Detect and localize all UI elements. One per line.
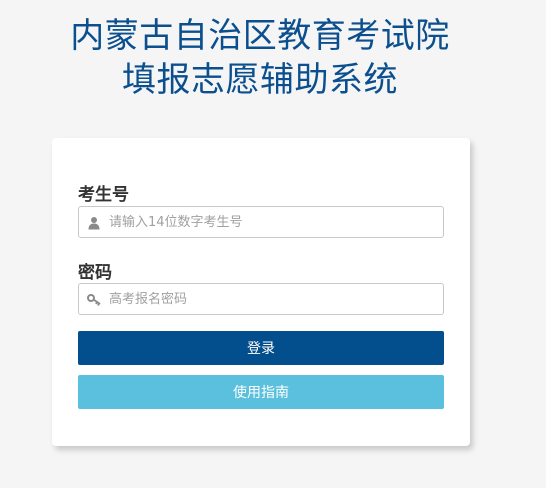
user-guide-button[interactable]: 使用指南	[78, 375, 444, 409]
candidate-number-input[interactable]	[109, 207, 434, 237]
password-field[interactable]	[78, 283, 444, 315]
login-button[interactable]: 登录	[78, 331, 444, 365]
title-line-1: 内蒙古自治区教育考试院	[70, 16, 450, 56]
login-card: 考生号 密码 登录 使用指南	[52, 138, 470, 446]
password-label: 密码	[78, 263, 112, 283]
user-icon	[87, 215, 101, 230]
key-icon	[87, 292, 101, 306]
candidate-number-field[interactable]	[78, 206, 444, 238]
title-line-2: 填报志愿辅助系统	[122, 60, 398, 100]
password-input[interactable]	[109, 284, 434, 314]
candidate-number-label: 考生号	[78, 185, 129, 205]
page-title: 内蒙古自治区教育考试院 填报志愿辅助系统	[0, 14, 520, 102]
